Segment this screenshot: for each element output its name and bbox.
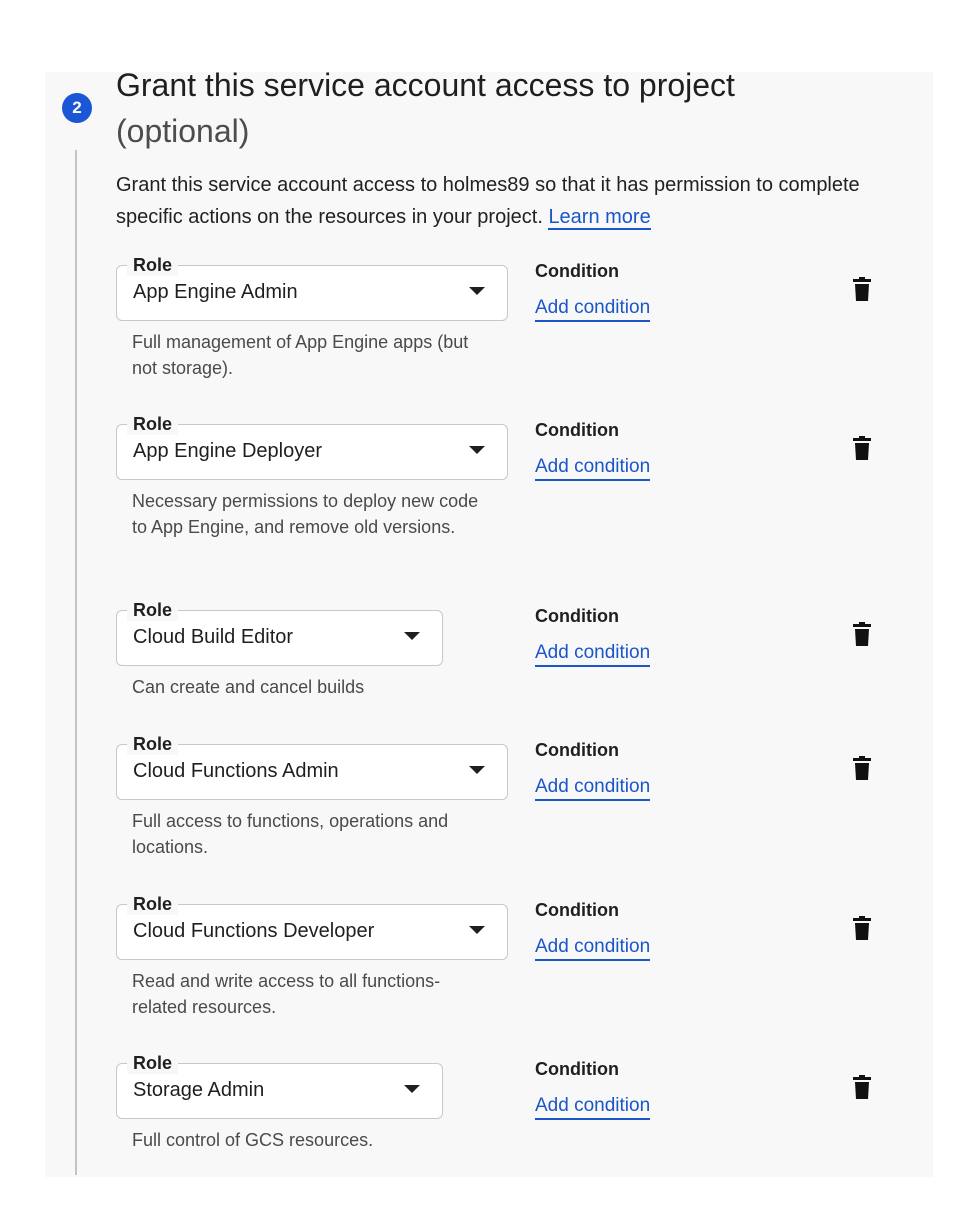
role-select-value: Cloud Build Editor — [133, 626, 294, 648]
role-select[interactable]: Role Cloud Functions Developer — [116, 893, 508, 960]
step-optional-label: (optional) — [116, 113, 250, 149]
add-condition-link[interactable]: Add condition — [535, 1094, 651, 1120]
add-condition-link[interactable]: Add condition — [535, 775, 651, 801]
learn-more-link[interactable]: Learn more — [548, 206, 651, 230]
caret-down-icon — [469, 926, 485, 934]
trash-icon[interactable] — [852, 1075, 872, 1099]
step-number-badge: 2 — [62, 93, 92, 123]
caret-down-icon — [404, 632, 420, 640]
role-select-value: Cloud Functions Developer — [133, 920, 375, 942]
add-condition-link[interactable]: Add condition — [535, 296, 651, 322]
trash-icon[interactable] — [852, 756, 872, 780]
role-select[interactable]: Role App Engine Deployer — [116, 413, 508, 480]
caret-down-icon — [469, 287, 485, 295]
role-select-value: App Engine Admin — [133, 281, 298, 303]
role-helper-text: Full access to functions, operations and… — [132, 811, 449, 857]
role-helper-text: Full management of App Engine apps (but … — [132, 332, 469, 378]
step-description-text: Grant this service account access to hol… — [116, 174, 860, 228]
role-helper-text: Read and write access to all functions-r… — [132, 971, 441, 1017]
add-condition-link[interactable]: Add condition — [535, 935, 651, 961]
step-description: Grant this service account access to hol… — [116, 169, 876, 233]
role-select-label: Role — [127, 1052, 179, 1074]
trash-icon[interactable] — [852, 436, 872, 460]
condition-label: Condition — [535, 1059, 619, 1079]
role-select-value: Cloud Functions Admin — [133, 760, 339, 782]
role-select-value: App Engine Deployer — [133, 440, 323, 462]
role-helper-text: Can create and cancel builds — [132, 677, 365, 697]
condition-label: Condition — [535, 420, 619, 440]
role-select[interactable]: Role Cloud Functions Admin — [116, 733, 508, 800]
role-select-label: Role — [127, 733, 179, 755]
caret-down-icon — [469, 446, 485, 454]
trash-icon[interactable] — [852, 916, 872, 940]
role-select-label: Role — [127, 413, 179, 435]
role-helper-text: Full control of GCS resources. — [132, 1130, 374, 1150]
role-helper-text: Necessary permissions to deploy new code… — [132, 491, 479, 537]
add-condition-link[interactable]: Add condition — [535, 455, 651, 481]
role-select-label: Role — [127, 599, 179, 621]
add-condition-link[interactable]: Add condition — [535, 641, 651, 667]
role-select-label: Role — [127, 254, 179, 276]
condition-label: Condition — [535, 606, 619, 626]
step-title: Grant this service account access to pro… — [116, 62, 896, 154]
condition-label: Condition — [535, 740, 619, 760]
role-select[interactable]: Role Storage Admin — [116, 1052, 443, 1119]
step-connector-line — [75, 150, 77, 1175]
caret-down-icon — [469, 766, 485, 774]
step-title-text: Grant this service account access to pro… — [116, 67, 735, 103]
role-select-label: Role — [127, 893, 179, 915]
role-select-value: Storage Admin — [133, 1079, 265, 1101]
role-select[interactable]: Role App Engine Admin — [116, 254, 508, 321]
condition-label: Condition — [535, 900, 619, 920]
role-select[interactable]: Role Cloud Build Editor — [116, 599, 443, 666]
trash-icon[interactable] — [852, 277, 872, 301]
trash-icon[interactable] — [852, 622, 872, 646]
caret-down-icon — [404, 1085, 420, 1093]
condition-label: Condition — [535, 261, 619, 281]
